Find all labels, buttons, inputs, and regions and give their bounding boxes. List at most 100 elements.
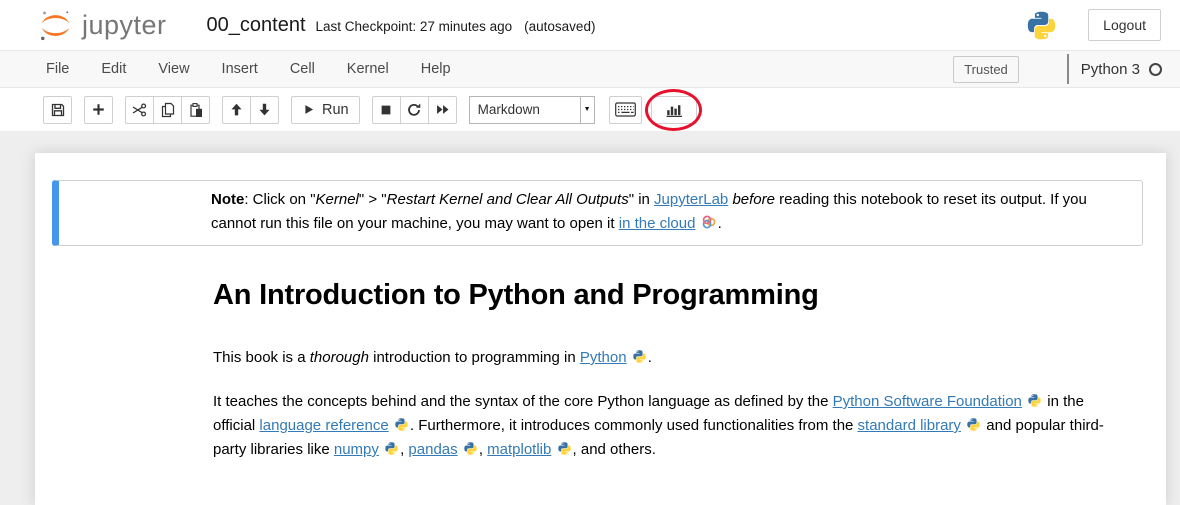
menu-bar: File Edit View Insert Cell Kernel Help T… <box>0 50 1180 88</box>
paste-cells-button[interactable] <box>181 96 210 124</box>
run-label: Run <box>322 102 349 118</box>
save-icon <box>50 102 66 118</box>
add-cell-below-button[interactable] <box>84 96 113 124</box>
cut-cells-icon <box>131 102 148 118</box>
text-segment: Kernel <box>316 191 359 208</box>
interrupt-kernel-button[interactable] <box>372 96 401 124</box>
move-cell-down-icon <box>257 102 272 117</box>
content-link[interactable]: Python Software Foundation <box>833 393 1022 410</box>
python-icon <box>557 441 572 456</box>
python-icon <box>463 441 478 456</box>
text-segment <box>389 417 393 434</box>
content-link[interactable]: standard library <box>858 417 961 434</box>
trusted-badge[interactable]: Trusted <box>953 56 1019 83</box>
run-icon <box>302 103 315 116</box>
content-link[interactable]: pandas <box>408 441 457 458</box>
python-icon <box>1027 393 1042 408</box>
checkpoint-status: Last Checkpoint: 27 minutes ago <box>316 19 513 34</box>
paragraph-details: It teaches the concepts behind and the s… <box>213 390 1120 462</box>
paste-cells-icon <box>188 102 204 118</box>
copy-cells-icon <box>160 102 176 118</box>
chart-button-area <box>651 96 697 124</box>
text-segment <box>627 349 631 366</box>
python-icon <box>632 349 647 364</box>
text-segment: . <box>648 349 652 366</box>
text-segment: Note <box>211 191 244 208</box>
text-segment: Restart Kernel and Clear All Outputs <box>387 191 629 208</box>
text-segment: , <box>479 441 487 458</box>
keyboard-icon <box>615 102 636 117</box>
jupyter-notebook-app: jupyter 00_content Last Checkpoint: 27 m… <box>0 0 1180 505</box>
menu-insert[interactable]: Insert <box>206 56 274 82</box>
menu-edit[interactable]: Edit <box>85 56 142 82</box>
python-icon <box>966 417 981 432</box>
logout-button[interactable]: Logout <box>1088 9 1161 41</box>
bar-chart-button[interactable] <box>651 96 697 124</box>
kernel-divider <box>1067 54 1069 84</box>
notebook-title[interactable]: 00_content <box>207 14 306 37</box>
note-callout: Note: Click on "Kernel" > "Restart Kerne… <box>52 180 1143 246</box>
text-segment: " in <box>629 191 654 208</box>
command-palette-button[interactable] <box>609 96 642 124</box>
text-segment: It teaches the concepts behind and the s… <box>213 393 833 410</box>
bar-chart-icon <box>665 102 683 118</box>
run-button[interactable]: Run <box>291 96 360 124</box>
python-icon <box>384 441 399 456</box>
text-segment <box>458 441 462 458</box>
text-segment: . <box>718 215 722 232</box>
copy-cells-button[interactable] <box>153 96 182 124</box>
content-link[interactable]: in the cloud <box>619 215 696 232</box>
cell-type-select[interactable]: Markdown ▼ <box>469 96 595 124</box>
menu-cell[interactable]: Cell <box>274 56 331 82</box>
text-segment <box>961 417 965 434</box>
menu-file[interactable]: File <box>30 56 85 82</box>
move-cell-up-button[interactable] <box>222 96 251 124</box>
restart-kernel-icon <box>406 102 422 118</box>
autosave-status: (autosaved) <box>524 19 595 34</box>
move-cell-down-button[interactable] <box>250 96 279 124</box>
python-icon <box>394 417 409 432</box>
text-segment: thorough <box>310 349 369 366</box>
text-segment: , and others. <box>573 441 656 458</box>
content-link[interactable]: language reference <box>259 417 388 434</box>
text-segment <box>1022 393 1026 410</box>
notebook-area: Note: Click on "Kernel" > "Restart Kerne… <box>0 131 1180 505</box>
add-cell-below-icon <box>91 102 106 117</box>
restart-kernel-button[interactable] <box>400 96 429 124</box>
text-segment: " > " <box>359 191 387 208</box>
menu-kernel[interactable]: Kernel <box>331 56 405 82</box>
cut-cells-button[interactable] <box>125 96 154 124</box>
kernel-name: Python 3 <box>1081 61 1140 78</box>
menubar-right: Trusted Python 3 <box>953 54 1162 84</box>
python-logo-icon <box>1025 9 1058 42</box>
menu-list: File Edit View Insert Cell Kernel Help <box>30 56 467 82</box>
jupyter-logo[interactable]: jupyter <box>38 8 167 43</box>
content-link[interactable]: JupyterLab <box>654 191 728 208</box>
text-segment: introduction to programming in <box>369 349 580 366</box>
text-segment <box>695 215 699 232</box>
jupyter-logo-text: jupyter <box>82 10 167 41</box>
notebook-container: Note: Click on "Kernel" > "Restart Kerne… <box>35 153 1166 505</box>
restart-run-all-icon <box>435 102 450 117</box>
content-link[interactable]: numpy <box>334 441 379 458</box>
page-title: An Introduction to Python and Programmin… <box>213 279 1120 312</box>
restart-run-all-button[interactable] <box>428 96 457 124</box>
dropdown-arrow-icon[interactable]: ▼ <box>580 97 594 123</box>
content-link[interactable]: Python <box>580 349 627 366</box>
header-right: Logout <box>1025 9 1161 42</box>
text-segment <box>379 441 383 458</box>
menu-view[interactable]: View <box>142 56 205 82</box>
title-area: 00_content Last Checkpoint: 27 minutes a… <box>207 14 596 37</box>
text-segment <box>551 441 555 458</box>
content-link[interactable]: matplotlib <box>487 441 551 458</box>
jupyter-logo-icon <box>38 8 73 43</box>
menu-help[interactable]: Help <box>405 56 467 82</box>
text-segment: before <box>732 191 775 208</box>
text-segment: . Furthermore, it introduces commonly us… <box>410 417 858 434</box>
text-segment: : Click on " <box>244 191 315 208</box>
save-button[interactable] <box>43 96 72 124</box>
binder-icon <box>701 214 717 230</box>
text-segment: This book is a <box>213 349 310 366</box>
kernel-idle-icon <box>1149 63 1162 76</box>
interrupt-kernel-icon <box>379 103 393 117</box>
